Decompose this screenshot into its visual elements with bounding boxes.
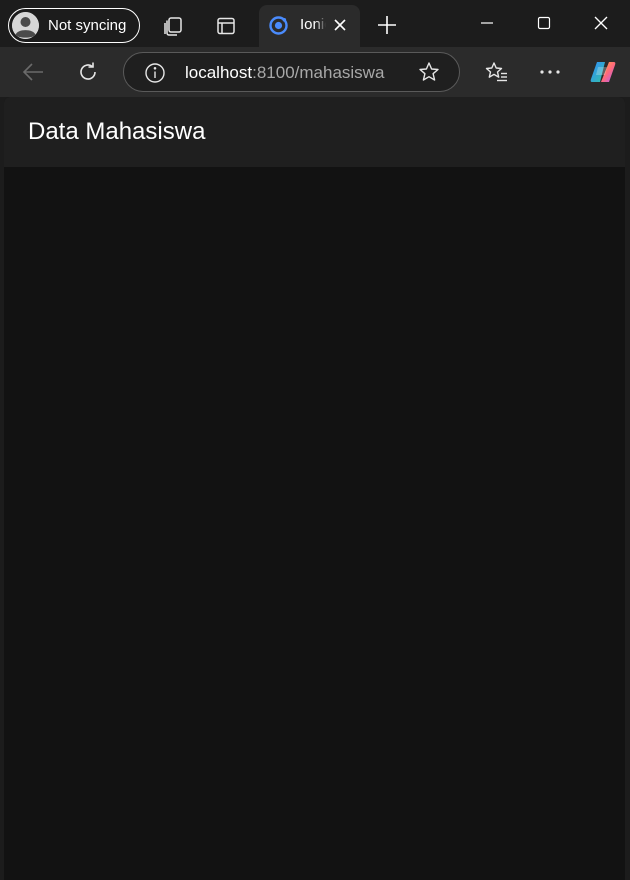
url-path: :8100/mahasiswa xyxy=(252,63,385,82)
more-options-icon[interactable] xyxy=(538,60,562,84)
favorites-icon[interactable] xyxy=(484,60,510,84)
tab-actions-icon[interactable] xyxy=(213,13,239,39)
page-title: Data Mahasiswa xyxy=(28,118,206,145)
profile-button[interactable]: Not syncing xyxy=(8,8,140,43)
maximize-icon[interactable] xyxy=(533,12,555,34)
profile-label: Not syncing xyxy=(48,17,127,34)
ionic-header-toolbar: Data Mahasiswa xyxy=(4,97,625,167)
url-host: localhost xyxy=(185,63,253,82)
url-text[interactable]: localhost:8100/mahasiswa xyxy=(185,63,384,83)
back-icon[interactable] xyxy=(20,60,46,84)
browser-window: Not syncing Ioni localhost:8100/mahasisw… xyxy=(0,0,630,880)
page-content xyxy=(4,167,625,880)
tab-ionic[interactable]: Ionic xyxy=(259,5,360,47)
refresh-icon[interactable] xyxy=(76,60,100,84)
favorite-star-icon[interactable] xyxy=(418,61,440,88)
minimize-icon[interactable] xyxy=(476,12,498,34)
new-tab-icon[interactable] xyxy=(376,14,398,36)
close-tab-icon[interactable] xyxy=(332,17,348,38)
avatar-icon xyxy=(12,12,39,39)
close-window-icon[interactable] xyxy=(590,12,612,34)
address-bar[interactable]: localhost:8100/mahasiswa xyxy=(123,52,460,92)
tab-title: Ionic xyxy=(300,16,326,33)
copilot-icon[interactable] xyxy=(588,58,618,86)
browser-toolbar: localhost:8100/mahasiswa xyxy=(0,47,630,97)
web-page: Data Mahasiswa xyxy=(4,97,625,880)
ionic-logo-icon xyxy=(268,15,289,41)
title-bar: Not syncing Ioni xyxy=(0,0,630,47)
workspaces-icon[interactable] xyxy=(160,13,186,39)
site-info-icon[interactable] xyxy=(144,62,166,89)
